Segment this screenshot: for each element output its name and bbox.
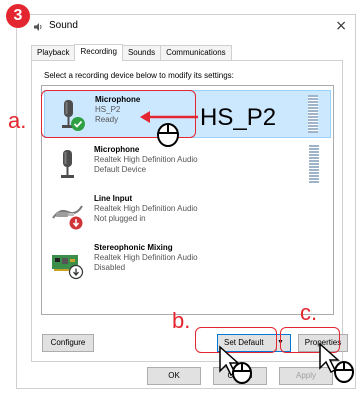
device-description: Realtek High Definition Audio (94, 155, 198, 164)
ok-button[interactable]: OK (147, 367, 201, 385)
level-meter (308, 95, 318, 133)
annotation-label-b: b. (172, 308, 191, 333)
line-input-icon (52, 205, 83, 230)
titlebar: Sound × (17, 15, 355, 41)
tab-recording[interactable]: Recording (74, 44, 123, 61)
disabled-icon (68, 264, 84, 280)
device-status: Disabled (94, 263, 126, 272)
device-name: Microphone (94, 145, 140, 154)
tab-communications[interactable]: Communications (160, 45, 232, 61)
device-text: Line Input Realtek High Definition Audio… (94, 194, 198, 224)
cursor-with-mouse-icon (319, 342, 354, 383)
close-button[interactable]: × (335, 18, 347, 34)
level-meter (309, 145, 319, 183)
annotation-callout-device: HS_P2 (200, 104, 277, 131)
speaker-icon (34, 23, 42, 31)
annotation-label-a: a. (8, 108, 27, 133)
device-item-stereophonic-mixing[interactable]: Stereophonic Mixing Realtek High Definit… (44, 239, 331, 287)
mouse-icon (157, 123, 179, 147)
microphone-icon (61, 150, 74, 178)
instruction-text: Select a recording device below to modif… (44, 71, 234, 80)
device-text: Stereophonic Mixing Realtek High Definit… (94, 243, 198, 273)
device-description: Realtek High Definition Audio (94, 204, 198, 213)
cursor-with-mouse-icon (219, 345, 252, 384)
sound-card-icon (52, 255, 84, 280)
configure-button[interactable]: Configure (42, 334, 94, 352)
device-status: Default Device (94, 165, 147, 174)
device-item-line-input[interactable]: Line Input Realtek High Definition Audio… (44, 190, 331, 238)
annotation-label-c: c. (300, 300, 318, 325)
tab-strip: Playback Recording Sounds Communications (31, 44, 232, 61)
step-badge: 3 (6, 4, 30, 28)
device-name: Stereophonic Mixing (94, 243, 173, 252)
tab-playback[interactable]: Playback (31, 45, 76, 61)
device-item-realtek-microphone[interactable]: Microphone Realtek High Definition Audio… (44, 141, 331, 189)
tutorial-screenshot: 3 Sound × Playback Recording Sounds Comm… (0, 0, 360, 393)
device-description: Realtek High Definition Audio (94, 253, 198, 262)
device-text: Microphone Realtek High Definition Audio… (94, 145, 198, 175)
window-title: Sound (49, 20, 78, 31)
device-name: Line Input (94, 194, 133, 203)
unplugged-icon (69, 216, 83, 230)
tab-sounds[interactable]: Sounds (121, 45, 162, 61)
device-status: Not plugged in (94, 214, 146, 223)
